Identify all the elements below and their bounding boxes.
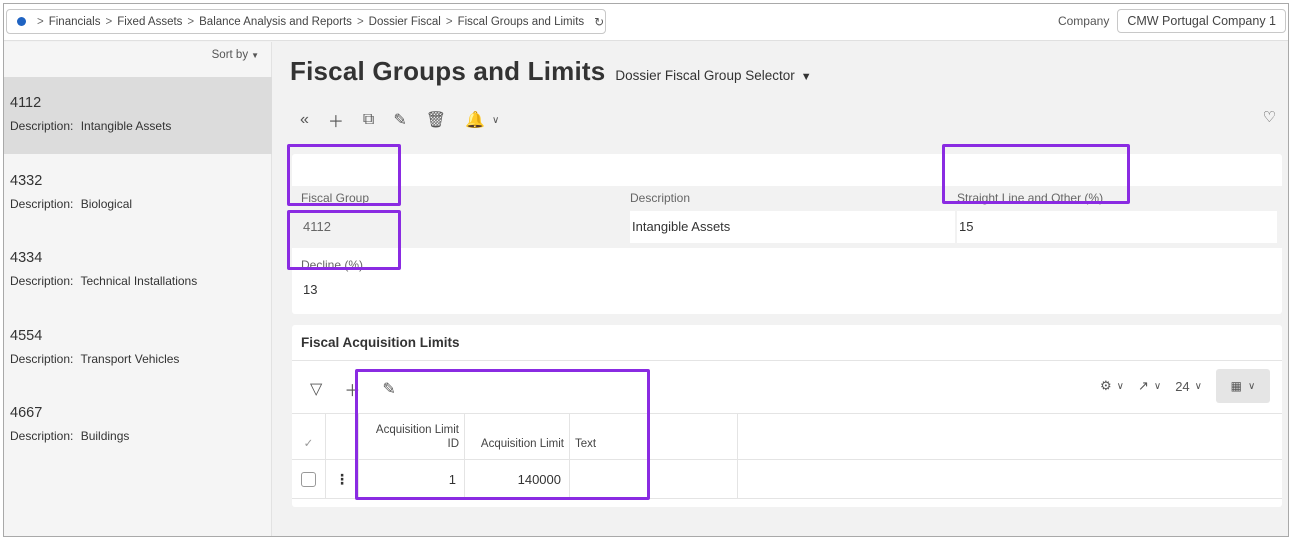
- delete-icon[interactable]: 🗑: [426, 110, 446, 130]
- caret-down-icon: ▼: [251, 51, 259, 60]
- breadcrumb-separator: >: [37, 15, 44, 28]
- duplicate-icon[interactable]: ⧉: [363, 111, 374, 129]
- breadcrumb-separator: >: [356, 15, 364, 28]
- caret-down-icon: ▼: [800, 71, 812, 83]
- select-all-icon[interactable]: ✓: [292, 414, 326, 459]
- section-title: Fiscal Acquisition Limits: [301, 335, 460, 350]
- collapse-list-icon[interactable]: «: [300, 111, 309, 129]
- favorite-heart-icon[interactable]: ♡: [1263, 108, 1276, 126]
- breadcrumb: > Financials > Fixed Assets > Balance An…: [6, 9, 606, 34]
- cell-acquisition-limit-id: 1: [359, 460, 465, 498]
- breadcrumb-item[interactable]: Fixed Assets: [117, 16, 182, 28]
- column-header-acquisition-limit-id[interactable]: Acquisition Limit ID: [359, 414, 465, 459]
- company-label: Company: [1057, 14, 1110, 28]
- chevron-down-icon[interactable]: ∨: [492, 115, 499, 126]
- straight-line-value[interactable]: 15: [957, 211, 1277, 243]
- list-item[interactable]: 4112 Description: Intangible Assets: [4, 77, 272, 154]
- page-title: Fiscal Groups and Limits: [290, 56, 606, 86]
- settings-gear-icon[interactable]: ⚙: [1100, 378, 1112, 394]
- divider: [292, 360, 1282, 361]
- title-row: Fiscal Groups and Limits Dossier Fiscal …: [290, 56, 812, 87]
- sort-by-label: Sort by: [211, 49, 249, 61]
- list-item-code: 4554: [10, 328, 43, 344]
- list-item[interactable]: 4332 Description: Biological: [4, 155, 272, 232]
- edit-icon[interactable]: ✎: [393, 110, 406, 130]
- fiscal-group-value: 4112: [303, 219, 331, 234]
- breadcrumb-item[interactable]: Dossier Fiscal: [369, 16, 441, 28]
- fiscal-group-label: Fiscal Group: [301, 191, 370, 205]
- list-item[interactable]: 4334 Description: Technical Installation…: [4, 232, 272, 309]
- table-row[interactable]: ⋮ 1 140000: [292, 459, 1282, 499]
- breadcrumb-separator: >: [105, 15, 113, 28]
- add-icon[interactable]: ＋: [328, 108, 344, 132]
- filter-icon[interactable]: ▽: [310, 379, 322, 399]
- list-item-code: 4667: [10, 405, 43, 421]
- decline-field: Decline (%) 13: [301, 258, 621, 306]
- kebab-menu-icon[interactable]: ⋮: [326, 460, 359, 498]
- chevron-down-icon[interactable]: ∨: [1195, 381, 1202, 392]
- record-toolbar: « ＋ ⧉ ✎ 🗑 🔔 ∨: [300, 108, 499, 132]
- breadcrumb-separator: >: [445, 15, 453, 28]
- header-card: Fiscal Group 4112 Description Intangible…: [292, 154, 1282, 314]
- list-item-description: Description: Biological: [10, 197, 133, 211]
- list-item[interactable]: 4554 Description: Transport Vehicles: [4, 310, 272, 387]
- list-item-code: 4334: [10, 250, 43, 266]
- breadcrumb-item[interactable]: Balance Analysis and Reports: [199, 16, 352, 28]
- description-value[interactable]: Intangible Assets: [630, 211, 955, 243]
- company-value[interactable]: CMW Portugal Company 1: [1117, 9, 1286, 33]
- grid-options: ⚙ ∨ ↗ ∨ 24 ∨ ▦ ∨: [1100, 369, 1270, 403]
- refresh-icon[interactable]: ↻: [594, 15, 604, 29]
- bell-icon[interactable]: 🔔: [465, 110, 485, 130]
- chevron-down-icon: ∨: [1248, 380, 1256, 392]
- chevron-down-icon[interactable]: ∨: [1117, 381, 1124, 392]
- list-item-description: Description: Technical Installations: [10, 274, 198, 288]
- cell-acquisition-limit: 140000: [465, 460, 570, 498]
- list-item-code: 4112: [10, 95, 42, 111]
- breadcrumb-separator: >: [187, 15, 195, 28]
- row-menu-header: [326, 414, 359, 459]
- table-icon: ▦: [1230, 379, 1242, 393]
- decline-label: Decline (%): [301, 258, 364, 272]
- export-icon[interactable]: ↗: [1138, 378, 1149, 394]
- straight-line-field: Straight Line and Other (%) 15: [957, 191, 1277, 243]
- edit-icon[interactable]: ✎: [382, 379, 395, 399]
- list-item-description: Description: Intangible Assets: [10, 119, 172, 133]
- list-item-description: Description: Buildings: [10, 429, 130, 443]
- company-selector: Company CMW Portugal Company 1: [1058, 9, 1286, 33]
- straight-line-label: Straight Line and Other (%): [957, 191, 1104, 205]
- cell-text: [570, 460, 738, 498]
- column-header-acquisition-limit[interactable]: Acquisition Limit: [465, 414, 570, 459]
- list-item-code: 4332: [10, 173, 43, 189]
- decline-value[interactable]: 13: [301, 274, 621, 306]
- record-list: Sort by ▼ 4112 Description: Intangible As…: [4, 42, 272, 536]
- add-icon[interactable]: ＋: [344, 377, 360, 401]
- sort-by-button[interactable]: Sort by ▼: [212, 49, 259, 61]
- table-view-button[interactable]: ▦ ∨: [1216, 369, 1270, 403]
- navigator-dot-icon[interactable]: [17, 17, 26, 26]
- acquisition-limits-card: Fiscal Acquisition Limits ▽ ＋ ✎ ⚙ ∨ ↗ ∨ …: [292, 325, 1282, 507]
- app-frame: > Financials > Fixed Assets > Balance An…: [3, 3, 1289, 537]
- grid-toolbar: ▽ ＋ ✎: [310, 377, 396, 401]
- description-label: Description: [630, 191, 691, 205]
- chevron-down-icon[interactable]: ∨: [1154, 381, 1161, 392]
- breadcrumb-item: Fiscal Groups and Limits: [457, 15, 585, 28]
- breadcrumb-item[interactable]: Financials: [49, 16, 101, 28]
- column-header-text[interactable]: Text: [570, 414, 738, 459]
- page-size-value[interactable]: 24: [1175, 379, 1189, 394]
- list-item-description: Description: Transport Vehicles: [10, 352, 180, 366]
- row-checkbox[interactable]: [292, 460, 326, 498]
- main-content: Fiscal Groups and Limits Dossier Fiscal …: [272, 42, 1288, 536]
- fiscal-group-field: Fiscal Group 4112: [301, 191, 626, 243]
- list-item[interactable]: 4667 Description: Buildings: [4, 387, 272, 464]
- top-bar: > Financials > Fixed Assets > Balance An…: [4, 4, 1288, 41]
- table-header: ✓ Acquisition Limit ID Acquisition Limit…: [292, 413, 1282, 459]
- limits-table: ✓ Acquisition Limit ID Acquisition Limit…: [292, 413, 1282, 499]
- group-selector-dropdown[interactable]: Dossier Fiscal Group Selector ▼: [615, 68, 811, 83]
- description-field: Description Intangible Assets: [630, 191, 955, 243]
